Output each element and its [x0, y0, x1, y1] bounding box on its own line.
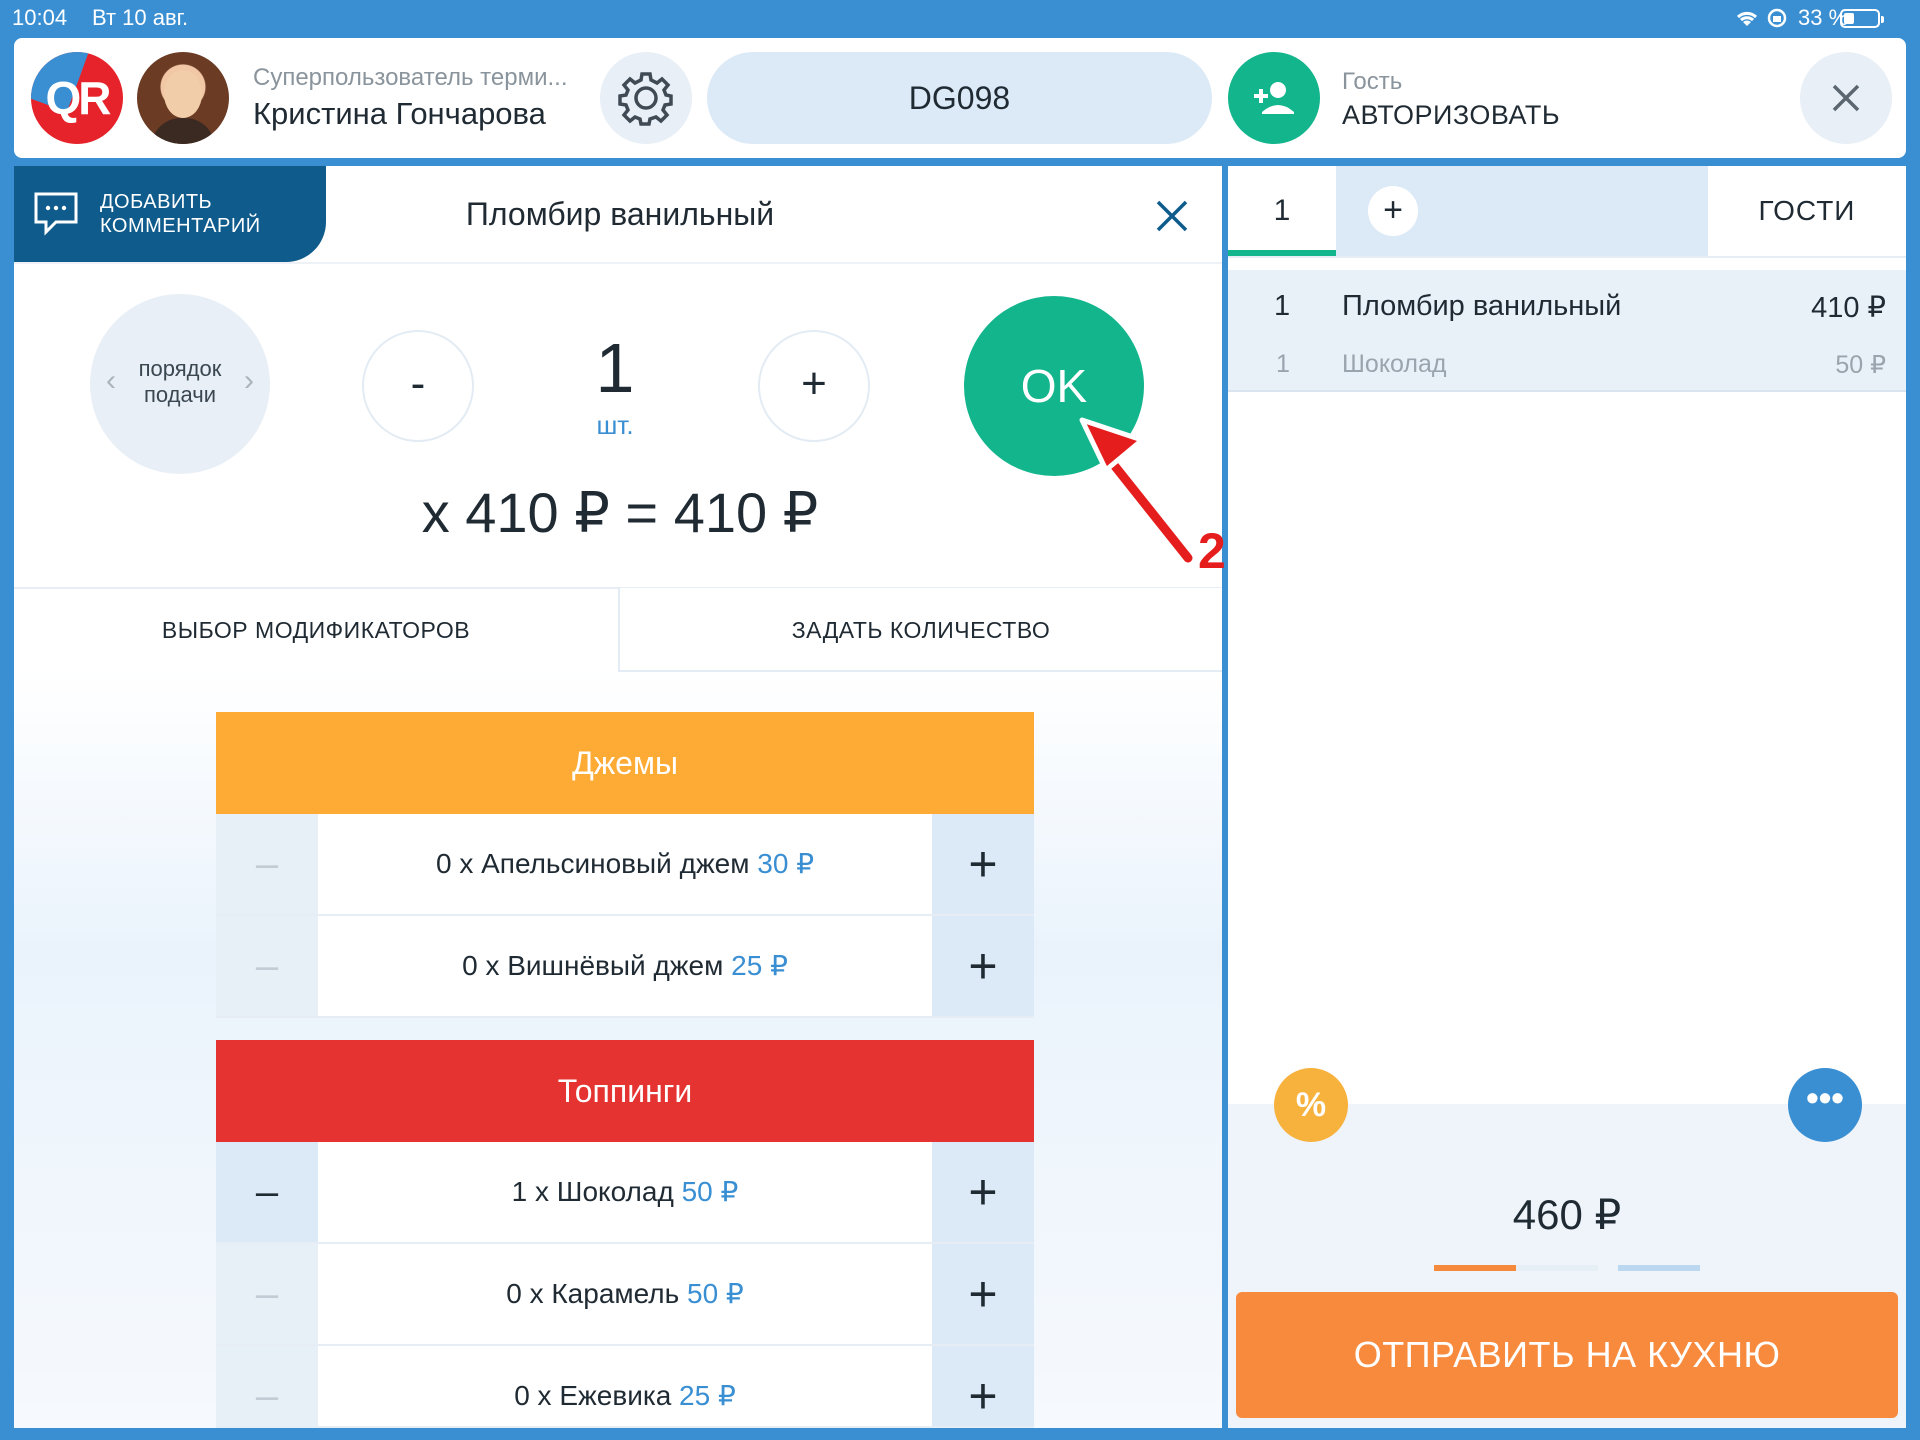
modifier-price: 30 ₽: [757, 848, 815, 879]
modifier-name: 0 x Карамель: [506, 1278, 680, 1309]
comment-icon: [34, 192, 78, 236]
order-line-item[interactable]: 1 Пломбир ванильный 410 ₽ 1 Шоколад 50 ₽: [1228, 270, 1906, 392]
divider: [1228, 256, 1906, 258]
gear-icon: [618, 72, 673, 126]
order-subline-name: Шоколад: [1342, 350, 1447, 378]
page-indicator: [1434, 1265, 1516, 1271]
modifier-label: 0 x Вишнёвый джем 25 ₽: [318, 916, 932, 1016]
logo-text: QR: [45, 72, 112, 124]
add-comment-label-1: ДОБАВИТЬ: [100, 191, 213, 213]
close-item-button[interactable]: [1150, 194, 1194, 238]
page-indicator: [1516, 1265, 1598, 1271]
modifier-group-jams: Джемы: [216, 712, 1034, 814]
modifier-price: 50 ₽: [681, 1176, 739, 1207]
add-comment-label-2: КОММЕНТАРИЙ: [100, 215, 261, 237]
modifier-increase-button[interactable]: +: [932, 1346, 1034, 1426]
user-name[interactable]: Кристина Гончарова: [253, 96, 546, 132]
app-logo[interactable]: QR: [31, 52, 123, 144]
increase-quantity-button[interactable]: +: [758, 330, 870, 442]
divider: [14, 262, 1222, 264]
item-title: Пломбир ванильный: [465, 196, 775, 232]
modifier-group-toppings: Топпинги: [216, 1040, 1034, 1142]
serving-order-label-2: подачи: [143, 382, 216, 407]
settings-button[interactable]: [600, 52, 692, 144]
modifier-increase-button[interactable]: +: [932, 814, 1034, 914]
modifier-row: – 0 x Карамель 50 ₽ +: [216, 1244, 1034, 1346]
modifier-price: 50 ₽: [687, 1278, 744, 1309]
modifier-label: 1 x Шоколад 50 ₽: [318, 1142, 932, 1242]
serving-order-label-1: порядок: [138, 356, 222, 381]
modifier-increase-button[interactable]: +: [932, 916, 1034, 1016]
modifier-name: 0 x Ежевика: [514, 1380, 672, 1411]
order-subline-price: 50 ₽: [1835, 351, 1886, 379]
user-avatar[interactable]: [137, 52, 229, 144]
modifier-label: 0 x Ежевика 25 ₽: [318, 1346, 932, 1426]
wifi-icon: [1736, 11, 1758, 26]
close-icon: [1832, 84, 1860, 112]
page-indicator: [1618, 1265, 1700, 1271]
modifier-row: – 0 x Вишнёвый джем 25 ₽ +: [216, 916, 1034, 1018]
modifier-label: 0 x Карамель 50 ₽: [318, 1244, 932, 1344]
modifier-decrease-button[interactable]: –: [216, 1142, 318, 1242]
modifier-decrease-button[interactable]: –: [216, 1244, 318, 1344]
add-guest-button[interactable]: [1228, 52, 1320, 144]
order-total: 460 ₽: [1512, 1191, 1622, 1238]
guests-button[interactable]: ГОСТИ: [1708, 166, 1906, 256]
quantity-unit: шт.: [596, 410, 634, 440]
status-date: Вт 10 авг.: [92, 5, 189, 30]
authorize-guest-link[interactable]: АВТОРИЗОВАТЬ: [1342, 100, 1560, 131]
more-options-button[interactable]: •••: [1788, 1068, 1862, 1142]
add-guest-tab-button[interactable]: +: [1368, 186, 1418, 236]
modifier-decrease-button[interactable]: –: [216, 1346, 318, 1426]
price-calculation: x 410 ₽ = 410 ₽: [421, 481, 819, 544]
tab-set-quantity[interactable]: ЗАДАТЬ КОЛИЧЕСТВО: [618, 588, 1222, 672]
quantity-value: 1: [595, 329, 635, 407]
annotation-step-number: 2: [1198, 523, 1226, 579]
order-line-qty: 1: [1274, 290, 1291, 322]
modifier-price: 25 ₽: [679, 1380, 736, 1411]
modifier-row: – 0 x Апельсиновый джем 30 ₽ +: [216, 814, 1034, 916]
add-comment-button[interactable]: ДОБАВИТЬ КОММЕНТАРИЙ: [14, 166, 326, 262]
battery-icon: [1840, 9, 1884, 28]
send-to-kitchen-button[interactable]: ОТПРАВИТЬ НА КУХНЮ: [1236, 1292, 1898, 1418]
order-subline-qty: 1: [1276, 350, 1290, 378]
tab-guest-1[interactable]: 1: [1228, 166, 1336, 256]
user-role: Суперпользователь терми...: [253, 64, 568, 91]
modifier-row: – 1 x Шоколад 50 ₽ +: [216, 1142, 1034, 1244]
orientation-lock-icon: [1767, 8, 1787, 28]
modifier-label: 0 x Апельсиновый джем 30 ₽: [318, 814, 932, 914]
close-icon: [1156, 200, 1188, 232]
close-order-button[interactable]: [1800, 52, 1892, 144]
order-code-button[interactable]: DG098: [707, 52, 1212, 144]
serving-order-selector[interactable]: ‹ порядок подачи ›: [90, 294, 270, 474]
modifier-price: 25 ₽: [731, 950, 788, 981]
decrease-quantity-button[interactable]: -: [362, 330, 474, 442]
modifier-increase-button[interactable]: +: [932, 1142, 1034, 1242]
chevron-right-icon[interactable]: ›: [244, 364, 254, 398]
modifier-decrease-button[interactable]: –: [216, 916, 318, 1016]
order-line-price: 410 ₽: [1811, 292, 1886, 324]
order-line-name: Пломбир ванильный: [1342, 290, 1622, 322]
modifier-increase-button[interactable]: +: [932, 1244, 1034, 1344]
modifier-name: 0 x Вишнёвый джем: [462, 950, 724, 981]
modifier-row: – 0 x Ежевика 25 ₽ +: [216, 1346, 1034, 1428]
modifier-name: 1 x Шоколад: [511, 1176, 674, 1207]
guest-label: Гость: [1342, 68, 1403, 95]
status-time: 10:04: [12, 5, 68, 30]
modifier-name: 0 x Апельсиновый джем: [435, 848, 750, 879]
modifier-decrease-button[interactable]: –: [216, 814, 318, 914]
add-user-icon: [1254, 82, 1294, 114]
discount-button[interactable]: %: [1274, 1068, 1348, 1142]
tab-modifiers[interactable]: ВЫБОР МОДИФИКАТОРОВ: [14, 588, 618, 672]
status-bar: 10:04 Вт 10 авг. 33 %: [0, 0, 1920, 34]
